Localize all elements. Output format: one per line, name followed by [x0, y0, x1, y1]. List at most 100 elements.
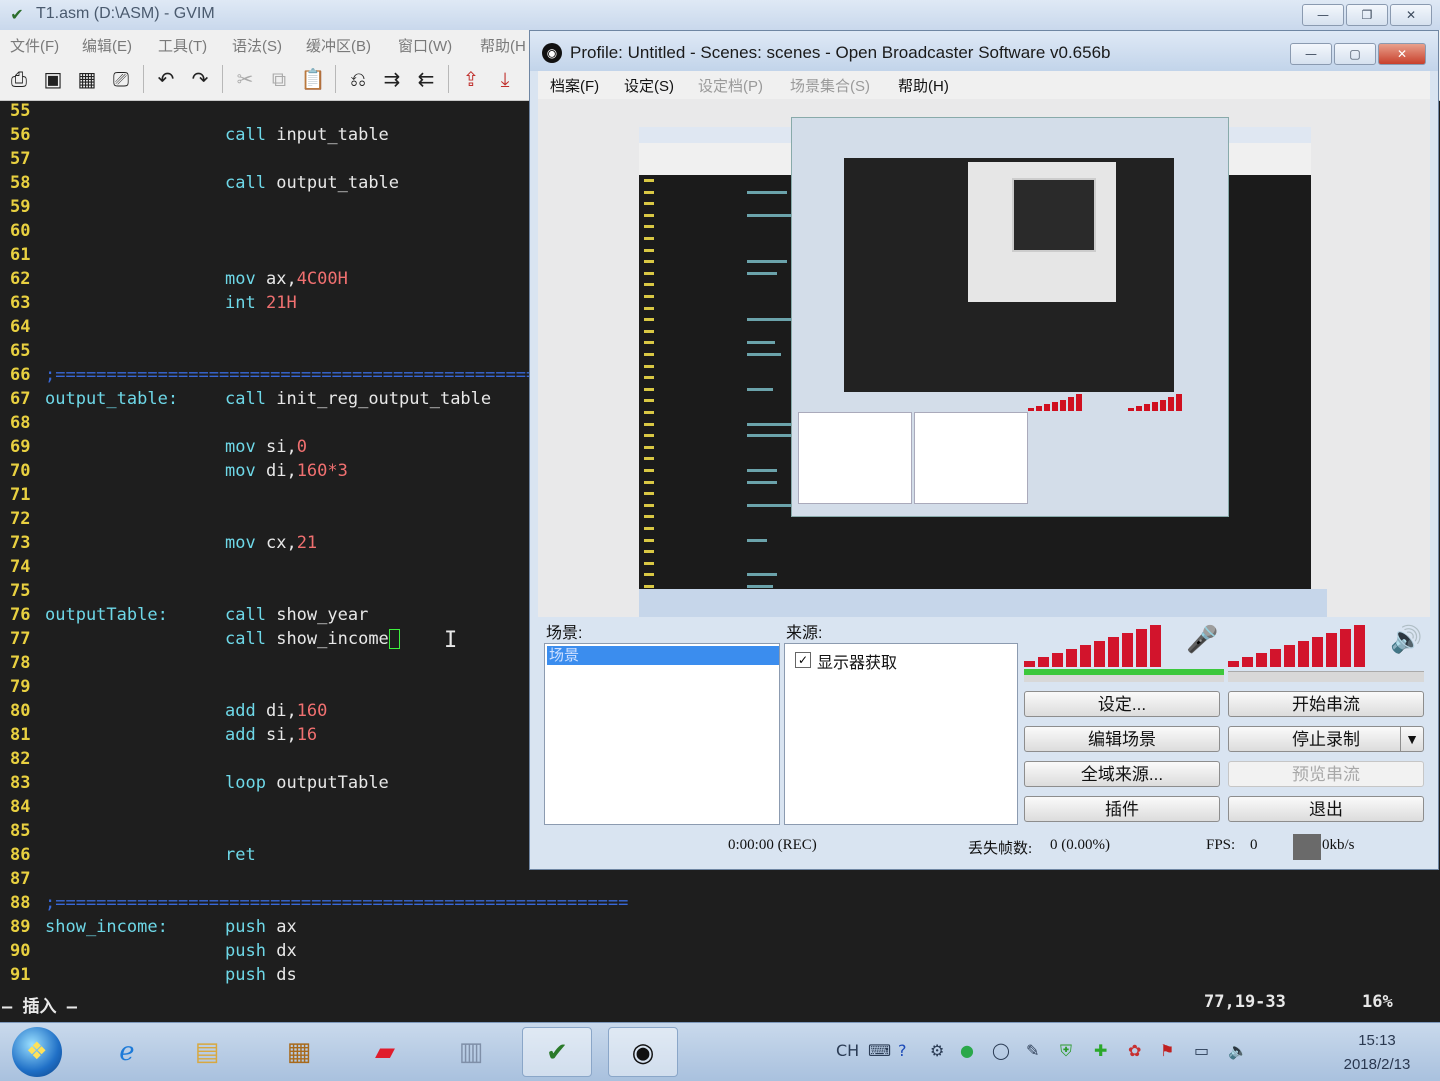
- paste-icon[interactable]: 📋: [298, 64, 328, 94]
- sources-list[interactable]: ✓ 显示器获取: [784, 643, 1018, 825]
- find-replace-icon[interactable]: ⎌: [343, 64, 373, 94]
- undo-icon[interactable]: ↶: [151, 64, 181, 94]
- redo-icon[interactable]: ↷: [185, 64, 215, 94]
- maximize-icon[interactable]: ▢: [1334, 43, 1376, 65]
- start-stream-button[interactable]: 开始串流: [1228, 691, 1424, 717]
- code-line[interactable]: 89 show_income: push ax: [0, 915, 1440, 939]
- obs-icon[interactable]: ◉: [608, 1027, 678, 1077]
- obs-title: Profile: Untitled - Scenes: scenes - Ope…: [570, 43, 1111, 62]
- menu-edit[interactable]: 编辑(E): [82, 35, 132, 56]
- code-line[interactable]: 88 ;=====================================…: [0, 891, 1440, 915]
- dosbox-icon[interactable]: ▦: [264, 1027, 334, 1077]
- source-item[interactable]: 显示器获取: [817, 649, 897, 673]
- obs-titlebar[interactable]: ◉ Profile: Untitled - Scenes: scenes - O…: [530, 31, 1438, 71]
- operand: cx,: [265, 533, 297, 553]
- keyboard-icon[interactable]: ⌨: [868, 1041, 891, 1060]
- internet-explorer-icon[interactable]: ℯ: [92, 1027, 162, 1077]
- copy-icon[interactable]: ⧉: [264, 64, 294, 94]
- find-prev-icon[interactable]: ⇇: [411, 64, 441, 94]
- gvim-icon[interactable]: ✔: [522, 1027, 592, 1077]
- menu-settings[interactable]: 设定(S): [624, 75, 674, 96]
- line-number: 79: [10, 677, 31, 697]
- gvim-title: T1.asm (D:\ASM) - GVIM: [36, 5, 215, 22]
- desktop-volume-slider[interactable]: [1228, 671, 1424, 682]
- instruction: call: [225, 173, 266, 193]
- code-line[interactable]: 87: [0, 867, 1440, 891]
- system-clock[interactable]: 15:13 2018/2/13: [1322, 1029, 1432, 1077]
- display-icon[interactable]: ▭: [1194, 1041, 1209, 1060]
- save-session-icon[interactable]: ⤓: [490, 64, 520, 94]
- preview-stream-button[interactable]: 预览串流: [1228, 761, 1424, 787]
- tray-red-icon[interactable]: ✿: [1128, 1041, 1141, 1060]
- dropdown-arrow-icon[interactable]: ▼: [1400, 727, 1423, 751]
- obs-window-controls: — ▢ ✕: [1290, 43, 1426, 65]
- find-next-icon[interactable]: ⇉: [377, 64, 407, 94]
- menu-file[interactable]: 文件(F): [10, 35, 59, 56]
- close-icon[interactable]: ✕: [1378, 43, 1426, 65]
- network-status-icon[interactable]: ●: [960, 1041, 974, 1060]
- save-all-icon[interactable]: ▦: [72, 64, 102, 94]
- cut-icon[interactable]: ✂: [230, 64, 260, 94]
- preview-source-list: [914, 412, 1028, 504]
- load-session-icon[interactable]: ⇪: [456, 64, 486, 94]
- menu-help[interactable]: 帮助(H: [480, 35, 526, 56]
- close-icon[interactable]: ✕: [1390, 4, 1432, 26]
- preview-code-text: [747, 341, 775, 345]
- shield-icon[interactable]: ⛨: [1060, 1041, 1072, 1061]
- menu-help[interactable]: 帮助(H): [898, 75, 949, 96]
- windows-logo-icon: ❖: [26, 1037, 48, 1065]
- security-icon[interactable]: ◯: [992, 1041, 1010, 1060]
- operand: outputTable: [276, 773, 389, 793]
- line-number: 73: [10, 533, 31, 553]
- code-line[interactable]: 90 push dx: [0, 939, 1440, 963]
- ime-settings-icon[interactable]: ⚙: [930, 1041, 944, 1060]
- speaker-icon[interactable]: 🔊: [1390, 625, 1422, 655]
- menu-profiles[interactable]: 设定档(P): [698, 75, 763, 96]
- help-icon[interactable]: ?: [898, 1041, 907, 1060]
- code-statement: call output_table: [225, 171, 399, 195]
- antivirus-icon[interactable]: ✚: [1094, 1041, 1107, 1060]
- exit-button[interactable]: 退出: [1228, 796, 1424, 822]
- language-indicator[interactable]: CH: [836, 1041, 859, 1060]
- global-sources-button[interactable]: 全域来源...: [1024, 761, 1220, 787]
- code-statement: mov di,160*3: [225, 459, 348, 483]
- volume-icon[interactable]: 🔈: [1228, 1041, 1248, 1060]
- menu-buffers[interactable]: 缓冲区(B): [306, 35, 371, 56]
- code-line[interactable]: 91 push ds: [0, 963, 1440, 987]
- obs-menubar: 档案(F) 设定(S) 设定档(P) 场景集合(S) 帮助(H): [538, 71, 1430, 99]
- stop-record-button[interactable]: 停止录制 ▼: [1228, 726, 1424, 752]
- save-icon[interactable]: ▣: [38, 64, 68, 94]
- code-label: output_table:: [45, 389, 179, 409]
- action-center-icon[interactable]: ⚑: [1160, 1041, 1174, 1060]
- print-icon[interactable]: ⎚: [106, 64, 136, 94]
- settings-button[interactable]: 设定...: [1024, 691, 1220, 717]
- preview-code-text: [747, 213, 791, 217]
- microphone-icon[interactable]: 🎤: [1186, 625, 1218, 655]
- menu-scene-collection[interactable]: 场景集合(S): [790, 75, 870, 96]
- operand: ax: [276, 917, 297, 937]
- minimize-icon[interactable]: —: [1290, 43, 1332, 65]
- preview-line-number: [644, 550, 654, 554]
- youdao-icon[interactable]: ▰: [350, 1027, 420, 1077]
- open-icon[interactable]: ⎙: [4, 64, 34, 94]
- menu-window[interactable]: 窗口(W): [398, 35, 452, 56]
- plugins-button[interactable]: 插件: [1024, 796, 1220, 822]
- restore-icon[interactable]: ❐: [1346, 4, 1388, 26]
- start-button[interactable]: ❖: [12, 1027, 62, 1077]
- file-explorer-icon[interactable]: ▤: [172, 1027, 242, 1077]
- scenes-list[interactable]: 场景: [544, 643, 780, 825]
- calculator-icon[interactable]: ▥: [436, 1027, 506, 1077]
- menu-profile-file[interactable]: 档案(F): [550, 75, 599, 96]
- menu-syntax[interactable]: 语法(S): [232, 35, 282, 56]
- scene-item[interactable]: 场景: [547, 646, 779, 665]
- source-visible-checkbox[interactable]: ✓: [795, 652, 811, 668]
- record-time: 0:00:00 (REC): [728, 837, 817, 853]
- gvim-titlebar[interactable]: ✔ T1.asm (D:\ASM) - GVIM — ❐ ✕: [0, 0, 1440, 31]
- minimize-icon[interactable]: —: [1302, 4, 1344, 26]
- preview-code-text: [747, 353, 781, 356]
- menu-tools[interactable]: 工具(T): [158, 35, 207, 56]
- edit-scene-button[interactable]: 编辑场景: [1024, 726, 1220, 752]
- numeric-literal: 21H: [265, 293, 297, 313]
- tray-app-icon[interactable]: ✎: [1026, 1041, 1039, 1060]
- preview-line-number: [644, 190, 654, 194]
